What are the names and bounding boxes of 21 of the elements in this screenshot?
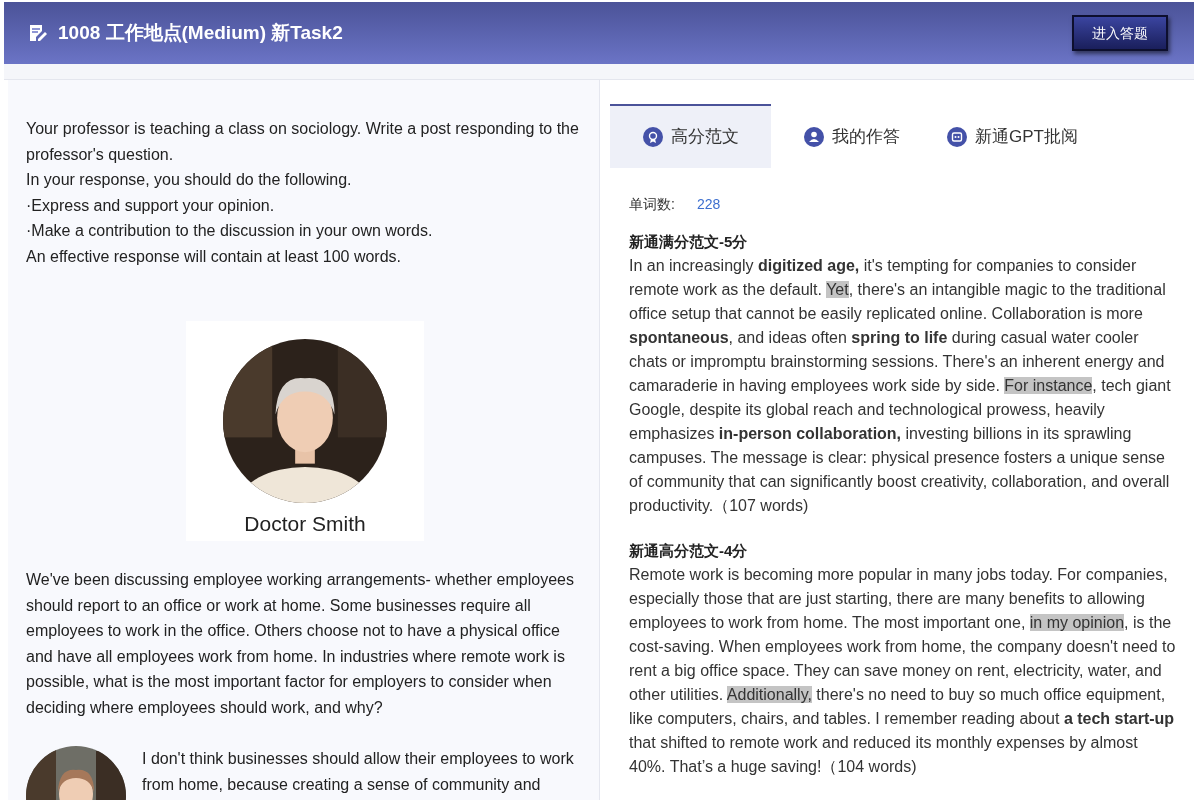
page-title: 1008 工作地点(Medium) 新Task2 [58, 20, 343, 45]
essay-text: Remote work is becoming more popular in many jobs today. For companies, especially those that are just starting, there are many benefits to allowing employees to work from home. The most important one, in my opinion, is the cost-saving. When employees work from home, the company doesn't need to rent a big office space. They can save money on rent, electricity, water, and other utilities. Additionally, there's no need to buy so much office equipment, like computers, chairs, and tables. I remember reading about a tech start-up that shifted to remote work and reduced its monthly expenses by almost 40%. That’s a huge saving!（104 words) [629, 565, 1176, 777]
instruction-text: In your response, you should do the following. [26, 170, 353, 190]
instruction-text: An effective response will contain at least 100 words. [26, 246, 403, 267]
word-count-value: 228 [696, 195, 721, 214]
instruction-text: ·Make a contribution to the discussion in your own words. [26, 221, 434, 241]
essay-text: In an increasingly digitized age, it's tempting for companies to consider remote work as the default. Yet, there's an intangible magic to the traditional office setup that cannot be easily replicated online. Collaboration is more spontaneous, and ideas often spring to life during casual water cooler chats or impromptu brainstorming sessions. There's an inherent energy and camaraderie in having employees work side by side. For instance, tech giant Google, despite its global reach and technological prowess, heavily emphasizes in-person collaboration, investing billions in its sprawling campuses. The message is clear: physical presence fosters a unique sense of community that can significantly boost creativity, collaboration, and overall productivity.（107 words) [629, 256, 1172, 516]
question-text: We've been discussing employee working arrangements- whether employees should report to an office or work at home. Some businesses require all employees to work in the office. Others choose not to have a physical office and have all employees work from home. In industries where remote work is possible, what is the most important factor for employers to consider when deciding where employees should work, and why? [26, 570, 575, 718]
instruction-text: Your professor is teaching a class on sociology. Write a post responding to the professor's question. [26, 119, 580, 165]
professor-name: Doctor Smith [244, 511, 366, 537]
word-count-label: 单词数: [629, 195, 675, 214]
robot-icon [947, 127, 967, 147]
medal-icon [642, 127, 663, 147]
start-answer-button[interactable]: 进入答题 [1072, 15, 1168, 51]
tab[interactable]: 高分范文 [610, 104, 771, 168]
edit-icon [28, 23, 48, 43]
instruction-text: ·Express and support your opinion. [26, 195, 276, 216]
student-post-text: I don't think businesses should allow their employees to work from home, because creating a sense of community and [142, 749, 575, 795]
user-icon [803, 127, 824, 147]
essay-title: 新通高分范文-4分 [629, 541, 749, 561]
essay-title: 新通满分范文-5分 [629, 232, 749, 252]
